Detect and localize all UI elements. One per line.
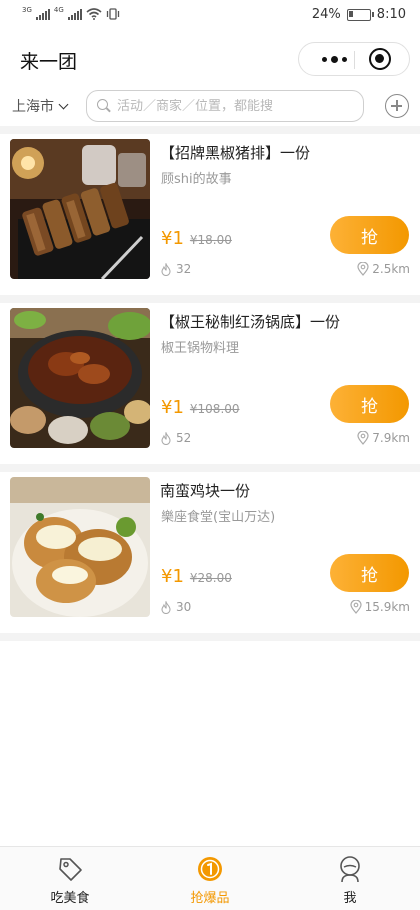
search-row: 上海市 [0,88,420,124]
hot-count: 52 [176,431,192,445]
search-box[interactable] [86,90,364,122]
search-icon [97,99,111,113]
popularity: 52 [160,431,191,445]
close-miniprogram-icon[interactable] [369,48,391,70]
person-icon [336,855,364,883]
original-price: ¥18.00 [189,233,232,247]
city-selector[interactable]: 上海市 [12,96,69,116]
location-pin-icon [357,431,369,445]
battery-icon [346,8,374,21]
hot-count: 32 [176,262,192,276]
deal-price: ¥1 [161,397,184,418]
page-title: 来一团 [20,51,78,73]
deal-title[interactable]: 【招牌黑椒猪排】一份 [160,142,310,163]
original-price: ¥28.00 [189,571,232,585]
location-pin-icon [350,600,362,614]
distance-value: 2.5km [372,262,410,276]
distance: 2.5km [357,262,410,276]
distance: 15.9km [350,600,410,614]
signal-icon-2 [67,8,82,20]
tab-eat-food[interactable]: 吃美食 [0,847,140,910]
flame-icon [161,262,171,276]
miniprogram-capsule [298,42,410,76]
distance-value: 7.9km [372,431,410,445]
section-divider [0,126,420,134]
tab-label: 抢爆品 [190,891,230,906]
deal-image-chicken-nanban[interactable] [10,477,150,617]
nav-bar: 来一团 [0,32,420,84]
popularity: 32 [160,262,191,276]
battery-level [348,10,353,17]
tab-grab-deals[interactable]: 抢爆品 [140,847,280,910]
more-options-icon[interactable] [313,43,355,75]
flame-icon [161,600,171,614]
search-input[interactable] [117,98,347,114]
deal-title[interactable]: 南蛮鸡块一份 [160,480,250,501]
grab-button[interactable]: 抢 [330,554,409,592]
chicken-nanban-photo [10,477,150,617]
city-label: 上海市 [12,99,54,115]
tab-label: 吃美食 [50,891,90,906]
network-type-label-2: 4G [53,6,64,14]
hot-pot-photo [10,308,150,448]
deal-price: ¥1 [161,228,184,249]
shop-name: 椒王锅物料理 [161,341,240,356]
distance-value: 15.9km [364,600,410,614]
location-pin-icon [357,262,369,276]
status-right: 24% 8:10 [312,7,406,22]
coin-icon [196,855,224,883]
shop-name: 顾shi的故事 [161,172,232,187]
deal-card[interactable]: 【招牌黑椒猪排】一份 顾shi的故事 ¥1 ¥18.00 抢 32 2.5km [0,134,420,303]
capsule-divider [354,51,355,69]
grab-button[interactable]: 抢 [330,385,409,423]
clock: 8:10 [376,7,406,22]
hot-count: 30 [176,600,192,614]
network-type-label: 3G [22,6,32,14]
deal-list: 【招牌黑椒猪排】一份 顾shi的故事 ¥1 ¥18.00 抢 32 2.5km [0,134,420,641]
grab-button[interactable]: 抢 [330,216,409,254]
pork-chop-photo [10,139,150,279]
original-price: ¥108.00 [189,402,240,416]
shop-name: 樂座食堂(宝山万达) [161,510,276,525]
price-block: ¥1 ¥108.00 [161,397,240,418]
tag-icon [56,855,84,883]
deal-image-hot-pot[interactable] [10,308,150,448]
flame-icon [161,431,171,445]
deal-title[interactable]: 【椒王秘制红汤锅底】一份 [160,311,340,332]
deal-price: ¥1 [161,566,184,587]
status-bar: 3G 4G 24% 8:10 [0,0,420,32]
chevron-down-icon [58,99,69,109]
tab-label: 我 [343,891,357,906]
price-block: ¥1 ¥28.00 [161,566,232,587]
wifi-icon [86,8,102,20]
deal-card[interactable]: 【椒王秘制红汤锅底】一份 椒王锅物料理 ¥1 ¥108.00 抢 52 7.9k… [0,303,420,472]
vibrate-icon [106,8,119,20]
network-indicators: 3G 4G [22,6,120,20]
signal-icon [35,8,50,20]
price-block: ¥1 ¥18.00 [161,228,232,249]
add-icon[interactable] [385,94,409,118]
tab-me[interactable]: 我 [280,847,420,910]
battery-percent: 24% [311,7,341,22]
deal-card[interactable]: 南蛮鸡块一份 樂座食堂(宝山万达) ¥1 ¥28.00 抢 30 15.9km [0,472,420,641]
distance: 7.9km [357,431,410,445]
tab-bar: 吃美食 抢爆品 我 [0,846,420,910]
deal-image-pork-chop[interactable] [10,139,150,279]
popularity: 30 [160,600,191,614]
